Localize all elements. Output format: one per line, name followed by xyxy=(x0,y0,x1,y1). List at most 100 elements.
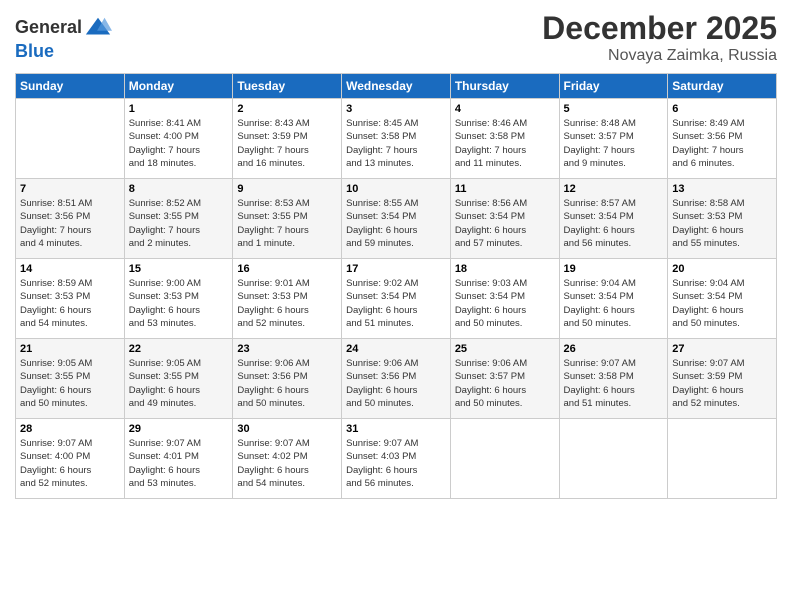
day-cell: 27 Sunrise: 9:07 AM Sunset: 3:59 PM Dayli… xyxy=(668,339,777,419)
day-info: Sunrise: 9:07 AM Sunset: 3:59 PM Dayligh… xyxy=(672,357,772,410)
day-cell: 21 Sunrise: 9:05 AM Sunset: 3:55 PM Dayli… xyxy=(16,339,125,419)
day-number: 26 xyxy=(564,343,664,355)
day-info: Sunrise: 9:07 AM Sunset: 4:02 PM Dayligh… xyxy=(237,437,337,490)
day-cell: 14 Sunrise: 8:59 AM Sunset: 3:53 PM Dayli… xyxy=(16,259,125,339)
day-cell: 20Sunrise: 9:04 AM Sunset: 3:54 PM Dayli… xyxy=(668,259,777,339)
day-number: 23 xyxy=(237,343,337,355)
day-cell: 6 Sunrise: 8:49 AM Sunset: 3:56 PM Daylig… xyxy=(668,99,777,179)
month-title: December 2025 xyxy=(542,10,777,47)
day-cell: 19Sunrise: 9:04 AM Sunset: 3:54 PM Dayli… xyxy=(559,259,668,339)
day-number: 27 xyxy=(672,343,772,355)
day-cell: 18 Sunrise: 9:03 AM Sunset: 3:54 PM Dayli… xyxy=(450,259,559,339)
day-number: 24 xyxy=(346,343,446,355)
day-cell: 1 Sunrise: 8:41 AM Sunset: 4:00 PM Daylig… xyxy=(124,99,233,179)
main-container: General Blue December 2025 Novaya Zaimka… xyxy=(0,0,792,509)
day-cell: 29 Sunrise: 9:07 AM Sunset: 4:01 PM Dayli… xyxy=(124,419,233,499)
day-number: 21 xyxy=(20,343,120,355)
day-cell: 4Sunrise: 8:46 AM Sunset: 3:58 PM Daylig… xyxy=(450,99,559,179)
day-info: Sunrise: 9:01 AM Sunset: 3:53 PM Dayligh… xyxy=(237,277,337,330)
day-number: 3 xyxy=(346,103,446,115)
day-cell: 16 Sunrise: 9:01 AM Sunset: 3:53 PM Dayli… xyxy=(233,259,342,339)
day-cell: 17Sunrise: 9:02 AM Sunset: 3:54 PM Dayli… xyxy=(342,259,451,339)
col-sunday: Sunday xyxy=(16,74,125,99)
day-number: 31 xyxy=(346,423,446,435)
day-info: Sunrise: 9:07 AM Sunset: 4:03 PM Dayligh… xyxy=(346,437,446,490)
day-cell: 7Sunrise: 8:51 AM Sunset: 3:56 PM Daylig… xyxy=(16,179,125,259)
day-number: 20 xyxy=(672,263,772,275)
day-number: 12 xyxy=(564,183,664,195)
day-cell: 30 Sunrise: 9:07 AM Sunset: 4:02 PM Dayli… xyxy=(233,419,342,499)
day-number: 8 xyxy=(129,183,229,195)
day-number: 11 xyxy=(455,183,555,195)
day-cell xyxy=(450,419,559,499)
day-number: 4 xyxy=(455,103,555,115)
week-row-2: 14 Sunrise: 8:59 AM Sunset: 3:53 PM Dayli… xyxy=(16,259,777,339)
day-info: Sunrise: 9:05 AM Sunset: 3:55 PM Dayligh… xyxy=(20,357,120,410)
logo-text: General xyxy=(15,18,82,38)
day-cell: 12Sunrise: 8:57 AM Sunset: 3:54 PM Dayli… xyxy=(559,179,668,259)
day-cell: 9Sunrise: 8:53 AM Sunset: 3:55 PM Daylig… xyxy=(233,179,342,259)
logo-blue: Blue xyxy=(15,42,112,62)
week-row-4: 28 Sunrise: 9:07 AM Sunset: 4:00 PM Dayli… xyxy=(16,419,777,499)
day-info: Sunrise: 9:07 AM Sunset: 3:58 PM Dayligh… xyxy=(564,357,664,410)
day-cell: 15 Sunrise: 9:00 AM Sunset: 3:53 PM Dayli… xyxy=(124,259,233,339)
day-number: 2 xyxy=(237,103,337,115)
day-cell: 8 Sunrise: 8:52 AM Sunset: 3:55 PM Daylig… xyxy=(124,179,233,259)
day-info: Sunrise: 9:02 AM Sunset: 3:54 PM Dayligh… xyxy=(346,277,446,330)
day-info: Sunrise: 8:52 AM Sunset: 3:55 PM Dayligh… xyxy=(129,197,229,250)
day-info: Sunrise: 9:06 AM Sunset: 3:57 PM Dayligh… xyxy=(455,357,555,410)
day-number: 16 xyxy=(237,263,337,275)
day-number: 10 xyxy=(346,183,446,195)
day-info: Sunrise: 8:43 AM Sunset: 3:59 PM Dayligh… xyxy=(237,117,337,170)
logo-icon xyxy=(84,14,112,42)
header-row: Sunday Monday Tuesday Wednesday Thursday… xyxy=(16,74,777,99)
day-number: 22 xyxy=(129,343,229,355)
calendar-body: 1 Sunrise: 8:41 AM Sunset: 4:00 PM Daylig… xyxy=(16,99,777,499)
day-number: 6 xyxy=(672,103,772,115)
col-thursday: Thursday xyxy=(450,74,559,99)
day-cell: 13 Sunrise: 8:58 AM Sunset: 3:53 PM Dayli… xyxy=(668,179,777,259)
day-cell: 5Sunrise: 8:48 AM Sunset: 3:57 PM Daylig… xyxy=(559,99,668,179)
day-info: Sunrise: 9:03 AM Sunset: 3:54 PM Dayligh… xyxy=(455,277,555,330)
day-cell: 22Sunrise: 9:05 AM Sunset: 3:55 PM Dayli… xyxy=(124,339,233,419)
day-number: 28 xyxy=(20,423,120,435)
day-cell: 23 Sunrise: 9:06 AM Sunset: 3:56 PM Dayli… xyxy=(233,339,342,419)
day-info: Sunrise: 8:49 AM Sunset: 3:56 PM Dayligh… xyxy=(672,117,772,170)
day-cell: 11Sunrise: 8:56 AM Sunset: 3:54 PM Dayli… xyxy=(450,179,559,259)
day-cell: 26 Sunrise: 9:07 AM Sunset: 3:58 PM Dayli… xyxy=(559,339,668,419)
day-info: Sunrise: 8:53 AM Sunset: 3:55 PM Dayligh… xyxy=(237,197,337,250)
day-info: Sunrise: 9:06 AM Sunset: 3:56 PM Dayligh… xyxy=(237,357,337,410)
day-number: 30 xyxy=(237,423,337,435)
day-cell: 3 Sunrise: 8:45 AM Sunset: 3:58 PM Daylig… xyxy=(342,99,451,179)
title-block: December 2025 Novaya Zaimka, Russia xyxy=(542,10,777,65)
day-info: Sunrise: 8:58 AM Sunset: 3:53 PM Dayligh… xyxy=(672,197,772,250)
col-monday: Monday xyxy=(124,74,233,99)
day-number: 13 xyxy=(672,183,772,195)
week-row-0: 1 Sunrise: 8:41 AM Sunset: 4:00 PM Daylig… xyxy=(16,99,777,179)
logo-general: General xyxy=(15,17,82,37)
day-number: 18 xyxy=(455,263,555,275)
day-info: Sunrise: 8:55 AM Sunset: 3:54 PM Dayligh… xyxy=(346,197,446,250)
header: General Blue December 2025 Novaya Zaimka… xyxy=(15,10,777,65)
day-info: Sunrise: 9:07 AM Sunset: 4:00 PM Dayligh… xyxy=(20,437,120,490)
day-info: Sunrise: 9:07 AM Sunset: 4:01 PM Dayligh… xyxy=(129,437,229,490)
day-number: 29 xyxy=(129,423,229,435)
day-cell xyxy=(16,99,125,179)
day-info: Sunrise: 9:00 AM Sunset: 3:53 PM Dayligh… xyxy=(129,277,229,330)
day-number: 1 xyxy=(129,103,229,115)
day-info: Sunrise: 8:41 AM Sunset: 4:00 PM Dayligh… xyxy=(129,117,229,170)
day-cell: 2 Sunrise: 8:43 AM Sunset: 3:59 PM Daylig… xyxy=(233,99,342,179)
day-number: 15 xyxy=(129,263,229,275)
day-number: 14 xyxy=(20,263,120,275)
day-info: Sunrise: 9:04 AM Sunset: 3:54 PM Dayligh… xyxy=(564,277,664,330)
day-number: 25 xyxy=(455,343,555,355)
col-wednesday: Wednesday xyxy=(342,74,451,99)
col-tuesday: Tuesday xyxy=(233,74,342,99)
col-friday: Friday xyxy=(559,74,668,99)
week-row-1: 7Sunrise: 8:51 AM Sunset: 3:56 PM Daylig… xyxy=(16,179,777,259)
day-info: Sunrise: 8:45 AM Sunset: 3:58 PM Dayligh… xyxy=(346,117,446,170)
day-info: Sunrise: 8:51 AM Sunset: 3:56 PM Dayligh… xyxy=(20,197,120,250)
day-cell xyxy=(668,419,777,499)
day-info: Sunrise: 8:48 AM Sunset: 3:57 PM Dayligh… xyxy=(564,117,664,170)
day-info: Sunrise: 8:59 AM Sunset: 3:53 PM Dayligh… xyxy=(20,277,120,330)
